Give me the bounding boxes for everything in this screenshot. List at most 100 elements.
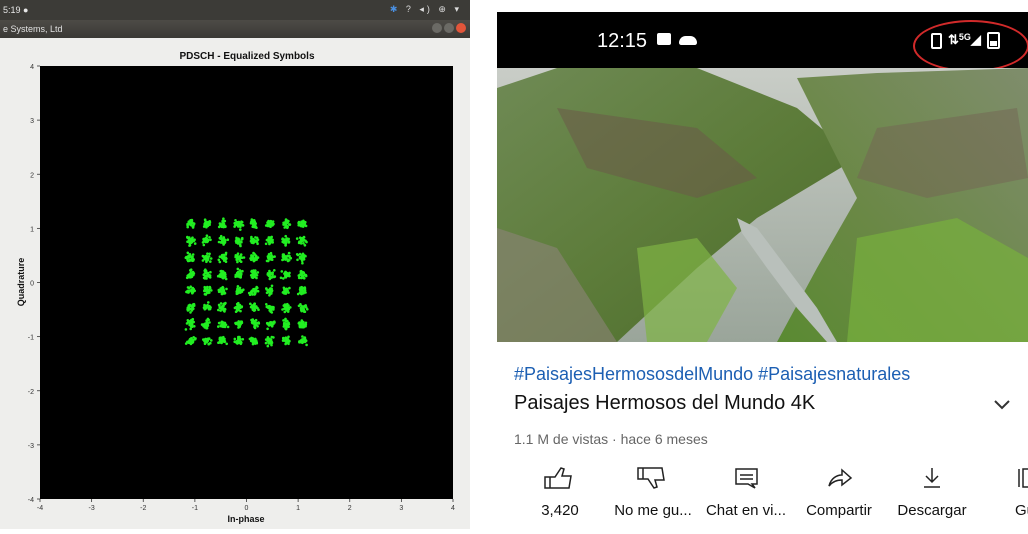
symbol-point (189, 268, 193, 271)
symbol-point (205, 237, 208, 240)
symbol-point (271, 224, 274, 227)
video-player[interactable] (497, 68, 1028, 342)
like-button[interactable]: 3,420 (514, 462, 606, 529)
symbol-point (266, 322, 270, 326)
symbol-point (237, 289, 240, 292)
symbol-point (239, 253, 243, 256)
x-tick-label: 4 (451, 505, 455, 512)
symbol-point (222, 288, 225, 292)
symbol-point (251, 319, 255, 323)
tray-icons[interactable]: ? ◂) ⊕ ▾ (406, 4, 462, 14)
symbol-point (287, 251, 291, 255)
download-button[interactable]: Descargar (886, 462, 978, 529)
x-tick-label: -1 (192, 505, 198, 512)
symbol-point (283, 288, 286, 292)
symbol-point (219, 275, 223, 278)
symbol-point (265, 288, 269, 291)
symbol-point (204, 268, 207, 271)
symbol-point (269, 321, 273, 324)
symbol-point (269, 292, 272, 295)
symbol-point (304, 325, 307, 328)
system-tray[interactable]: ✱ ? ◂) ⊕ ▾ (390, 4, 462, 15)
symbol-point (253, 308, 256, 311)
symbol-point (286, 220, 289, 224)
symbol-point (273, 255, 276, 258)
symbol-point (235, 309, 239, 312)
phone-screen: 12:15 ⇅5G◢ #PaisajesHermososdelMundo #Pa… (497, 12, 1028, 529)
chevron-down-icon[interactable] (991, 396, 1013, 412)
window-titlebar[interactable]: e Systems, Ltd (0, 20, 470, 38)
symbol-point (184, 256, 188, 260)
symbol-point (219, 336, 223, 340)
symbol-point (189, 285, 192, 288)
close-button[interactable] (456, 23, 466, 33)
symbol-point (297, 241, 301, 245)
symbol-point (207, 318, 210, 322)
symbol-point (216, 274, 220, 278)
symbol-point (190, 238, 193, 241)
symbol-point (236, 285, 240, 288)
x-tick-label: 2 (348, 505, 352, 512)
symbol-point (254, 239, 258, 243)
x-tick-label: -2 (140, 505, 146, 512)
symbol-point (187, 308, 190, 312)
symbol-point (188, 244, 191, 247)
bluetooth-icon[interactable]: ✱ (390, 4, 401, 14)
symbol-point (239, 309, 242, 313)
video-hashtags[interactable]: #PaisajesHermososdelMundo #Paisajesnatur… (514, 364, 910, 385)
save-label: Gu (1014, 502, 1028, 519)
symbol-point (186, 319, 190, 322)
symbol-point (185, 290, 188, 294)
symbol-point (282, 336, 285, 340)
symbol-point (266, 327, 269, 331)
save-button[interactable]: Gu (979, 462, 1028, 529)
symbol-point (240, 237, 244, 241)
symbol-point (256, 256, 260, 259)
symbol-point (239, 323, 242, 326)
symbol-point (251, 256, 255, 259)
symbol-point (236, 274, 239, 277)
symbol-point (281, 240, 285, 244)
symbol-point (251, 221, 254, 225)
symbol-point (299, 255, 302, 259)
symbol-point (279, 276, 283, 280)
video-title[interactable]: Paisajes Hermosos del Mundo 4K (514, 392, 815, 415)
symbol-point (234, 219, 237, 222)
symbol-point (225, 342, 228, 346)
symbol-point (218, 255, 222, 258)
symbol-point (298, 325, 302, 329)
symbol-point (204, 255, 207, 258)
symbol-point (209, 341, 212, 345)
symbol-point (302, 256, 305, 259)
share-button[interactable]: Compartir (793, 462, 885, 529)
symbol-point (186, 251, 190, 255)
symbol-point (238, 259, 242, 263)
plot-area (40, 66, 453, 499)
symbol-point (264, 341, 268, 345)
chart-title: PDSCH - Equalized Symbols (179, 51, 314, 62)
symbol-point (209, 270, 212, 274)
symbol-point (210, 339, 213, 342)
symbol-point (239, 306, 242, 310)
symbol-point (284, 274, 287, 277)
symbol-point (256, 321, 259, 325)
symbol-point (269, 219, 273, 223)
symbol-point (233, 337, 237, 341)
symbol-point (267, 274, 271, 278)
plot-frame: PDSCH - Equalized Symbols 4 3 2 1 0 -1 -2 -3 -4 … (0, 38, 470, 529)
minimize-button[interactable] (432, 23, 442, 33)
y-tick-label: -2 (28, 389, 34, 396)
symbol-point (300, 319, 304, 322)
symbol-point (184, 342, 188, 345)
status-bar: 12:15 ⇅5G◢ (497, 12, 1028, 72)
symbol-point (188, 241, 191, 245)
symbol-point (190, 258, 193, 262)
dislike-button[interactable]: No me gu... (607, 462, 699, 529)
symbol-point (235, 292, 239, 296)
maximize-button[interactable] (444, 23, 454, 33)
chat-button[interactable]: Chat en vi... (700, 462, 792, 529)
symbol-point (236, 267, 240, 271)
symbol-point (269, 305, 272, 308)
symbol-point (236, 224, 240, 227)
symbol-point (219, 302, 223, 305)
